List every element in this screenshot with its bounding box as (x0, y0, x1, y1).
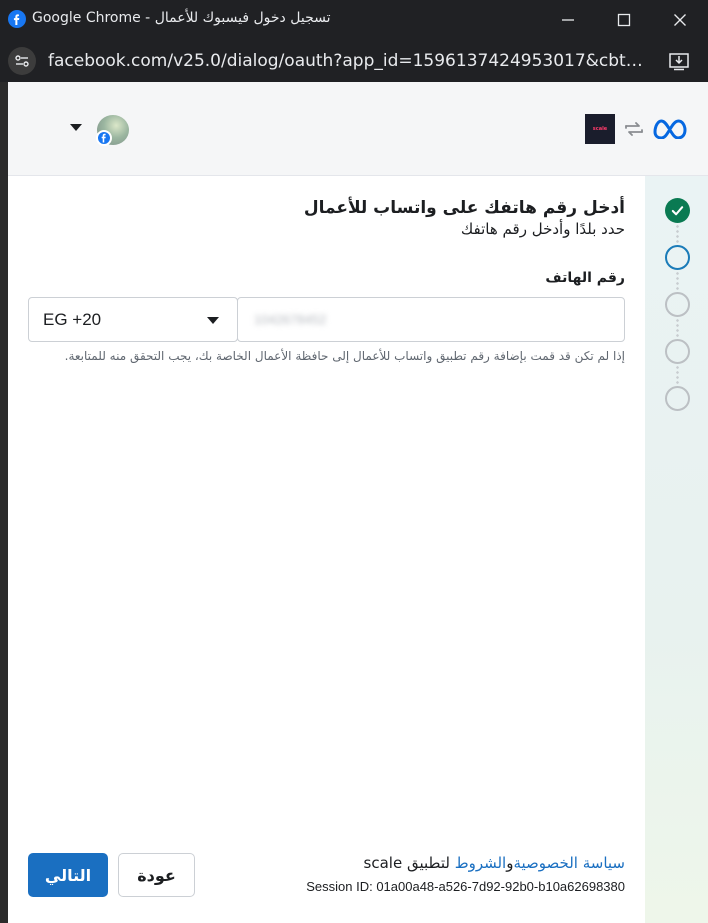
step-connector (676, 224, 679, 244)
policy-line: سياسة الخصوصيةوالشروط لتطبيق scale (208, 854, 625, 872)
meta-logo-icon (653, 119, 687, 139)
progress-stepper (645, 176, 708, 923)
sync-arrows-icon (625, 122, 643, 136)
form-content: أدخل رقم هاتفك على واتساب للأعمال حدد بل… (28, 196, 625, 286)
facebook-icon (8, 10, 26, 28)
chevron-down-icon (207, 317, 219, 324)
step-2-active (665, 245, 690, 270)
close-button[interactable] (666, 8, 694, 32)
country-code-value: EG +20 (43, 310, 102, 329)
help-text: إذا لم تكن قد قمت بإضافة رقم تطبيق واتسا… (64, 349, 625, 363)
minimize-button[interactable] (554, 8, 582, 32)
session-id: Session ID: 01a00a48-a526-7d92-92b0-b10a… (306, 879, 625, 894)
phone-label: رقم الهاتف (545, 270, 625, 286)
page-subtitle: حدد بلدًا وأدخل رقم هاتفك (460, 220, 625, 238)
back-button[interactable]: عودة (118, 853, 195, 897)
page-title: أدخل رقم هاتفك على واتساب للأعمال (303, 198, 625, 218)
scale-logo-text: scale (592, 126, 608, 132)
phone-input-row: EG +20 1042678452 (28, 297, 625, 342)
checkmark-icon (671, 206, 684, 216)
step-4-pending (665, 339, 690, 364)
step-connector (676, 271, 679, 291)
window-title: Google Chrome - تسجيل دخول فيسبوك للأعما… (32, 10, 331, 26)
page-header: scale (8, 82, 708, 176)
step-5-pending (665, 386, 690, 411)
maximize-button[interactable] (610, 8, 638, 32)
phone-number-value: 1042678452 (254, 312, 327, 327)
step-3-pending (665, 292, 690, 317)
minimize-icon (562, 19, 574, 21)
close-icon (674, 14, 686, 26)
step-connector (676, 365, 679, 385)
avatar[interactable] (96, 115, 129, 146)
next-button[interactable]: التالي (28, 853, 108, 897)
window-titlebar: Google Chrome - تسجيل دخول فيسبوك للأعما… (0, 0, 708, 40)
step-connector (676, 318, 679, 338)
country-code-select[interactable]: EG +20 (28, 297, 238, 342)
step-1-complete (665, 198, 690, 223)
privacy-policy-link[interactable]: سياسة الخصوصية (513, 854, 625, 872)
url-text[interactable]: facebook.com/v25.0/dialog/oauth?app_id=1… (48, 51, 656, 71)
account-dropdown-caret-icon[interactable] (70, 124, 82, 131)
install-app-icon[interactable] (668, 50, 690, 72)
maximize-icon (617, 13, 631, 27)
terms-link[interactable]: الشروط (455, 854, 507, 872)
oauth-dialog-page: scale أدخل رقم هاتفك على واتساب للأعمال … (8, 82, 708, 923)
scale-app-logo: scale (585, 114, 615, 144)
site-settings-button[interactable] (8, 47, 36, 75)
phone-number-input[interactable]: 1042678452 (237, 297, 625, 342)
tune-icon (15, 55, 29, 67)
address-bar: facebook.com/v25.0/dialog/oauth?app_id=1… (0, 40, 708, 82)
facebook-badge-icon (96, 130, 112, 146)
for-app-text: لتطبيق scale (363, 854, 455, 872)
